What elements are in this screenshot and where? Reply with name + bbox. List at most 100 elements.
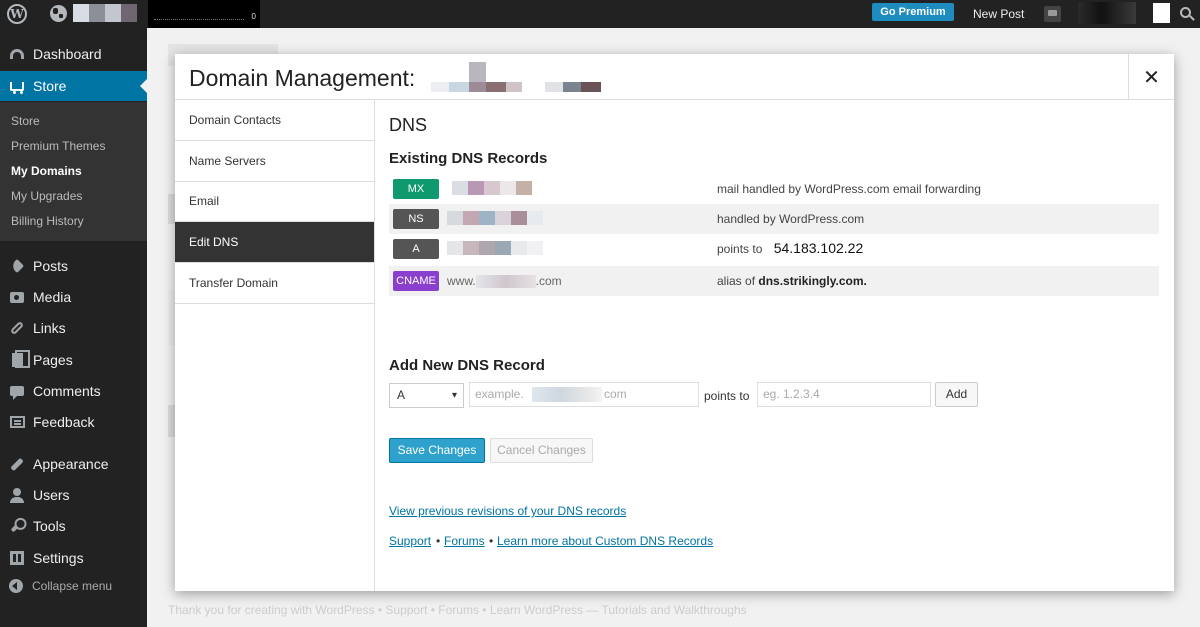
sidebar-item-appearance[interactable]: Appearance [0,449,147,479]
record-name-redacted [447,241,543,255]
sidebar-item-users[interactable]: Users [0,480,147,510]
sidebar-item-media[interactable]: Media [0,282,147,312]
submenu-item-premium-themes[interactable]: Premium Themes [11,139,105,153]
submenu-item-store[interactable]: Store [11,114,40,128]
sidebar-item-label: Posts [33,258,69,274]
link-separator: • [436,534,441,548]
cancel-changes-button[interactable]: Cancel Changes [490,438,593,463]
record-type-badge: MX [393,179,439,199]
sidebar-item-tools[interactable]: Tools [0,511,147,541]
cart-icon [9,78,25,94]
background-footer: Thank you for creating with WordPress • … [168,603,747,617]
go-premium-button[interactable]: Go Premium [872,3,954,21]
user-icon [9,487,25,503]
dns-heading: DNS [389,115,428,135]
wordpress-logo-icon[interactable]: W [7,4,27,24]
new-post-link[interactable]: New Post [973,7,1024,21]
comment-icon [9,383,25,400]
sidebar-item-label: Links [33,320,66,336]
sidebar-item-store[interactable]: Store [0,71,147,101]
record-name-redacted [447,211,543,225]
save-changes-button[interactable]: Save Changes [389,438,485,463]
domain-management-modal: Domain Management: ✕ Domain Contacts Nam… [175,54,1174,591]
sidebar-item-label: Settings [33,550,84,566]
custom-dns-docs-link[interactable]: Learn more about Custom DNS Records [497,534,713,548]
close-icon[interactable]: ✕ [1128,54,1174,100]
link-icon [9,320,25,336]
dns-panel: DNS Existing DNS Records MX mail handled… [389,100,1160,591]
submenu-item-my-domains[interactable]: My Domains [11,164,82,178]
submenu-item-billing-history[interactable]: Billing History [11,214,84,228]
placeholder-redacted [532,387,602,402]
sidebar-item-label: Feedback [33,414,95,430]
nav-item-edit-dns[interactable]: Edit DNS [175,222,374,263]
record-target: dns.strikingly.com. [758,274,867,288]
record-value-input[interactable]: eg. 1.2.3.4 [757,382,931,407]
pin-icon [9,258,25,274]
points-to-label: points to [704,389,750,403]
sidebar-item-label: Dashboard [33,46,102,62]
avatar[interactable] [1153,3,1170,23]
sidebar-item-pages[interactable]: Pages [0,345,147,375]
search-icon[interactable] [1180,7,1191,18]
sidebar-item-label: Tools [33,518,66,534]
sidebar-item-label: Users [33,487,70,503]
record-value: handled by WordPress.com [717,212,865,226]
view-revisions-link[interactable]: View previous revisions of your DNS reco… [389,504,626,518]
record-name-redacted [452,181,532,195]
collapse-arrow-icon [9,579,23,593]
dashboard-icon [9,46,25,62]
media-icon [9,289,25,305]
sidebar-item-settings[interactable]: Settings [0,543,147,573]
stats-sparkline[interactable]: 0 [148,0,260,28]
dns-record-row: NS handled by WordPress.com [389,204,1159,234]
pages-icon [9,350,30,368]
sidebar-item-comments[interactable]: Comments [0,376,147,406]
forums-link[interactable]: Forums [444,534,485,548]
record-ip-address: 54.183.102.22 [773,240,864,256]
record-name: www. .com [447,274,562,289]
admin-sidebar: Dashboard Store Store Premium Themes My … [0,28,147,627]
site-name-redacted[interactable] [73,4,137,22]
collapse-menu-button[interactable]: Collapse menu [0,579,112,593]
name-placeholder-suffix: com [604,387,627,401]
sidebar-item-label: Store [33,78,67,94]
sidebar-item-posts[interactable]: Posts [0,251,147,281]
admin-bar: W 0 Go Premium New Post [0,0,1200,28]
add-record-heading: Add New DNS Record [389,357,545,374]
feedback-icon [9,414,25,430]
existing-records-heading: Existing DNS Records [389,150,548,167]
collapse-menu-label: Collapse menu [32,579,113,593]
record-value-prefix: points to [717,242,763,256]
record-value: mail handled by WordPress.com email forw… [717,182,981,196]
sidebar-item-links[interactable]: Links [0,313,147,343]
record-name-redacted [475,275,536,289]
sidebar-item-dashboard[interactable]: Dashboard [0,39,147,69]
sidebar-item-feedback[interactable]: Feedback [0,407,147,437]
wrench-icon [9,518,25,534]
record-type-badge: CNAME [393,271,439,291]
nav-item-email[interactable]: Email [175,181,374,222]
notifications-icon[interactable] [1044,6,1061,22]
nav-item-transfer-domain[interactable]: Transfer Domain [175,263,374,304]
add-record-button[interactable]: Add [935,382,978,407]
sidebar-item-label: Pages [33,352,73,368]
modal-title: Domain Management: [189,65,416,91]
nav-item-domain-contacts[interactable]: Domain Contacts [175,100,374,141]
user-name-redacted[interactable] [1078,2,1136,24]
record-name-input[interactable]: example. com [469,382,699,407]
stats-count: 0 [251,12,256,21]
dns-record-row: MX mail handled by WordPress.com email f… [389,174,1159,204]
name-placeholder-prefix: example. [475,387,524,401]
globe-icon[interactable] [50,5,67,22]
link-separator: • [489,534,494,548]
submenu-item-my-upgrades[interactable]: My Upgrades [11,189,82,203]
sidebar-item-label: Appearance [33,456,109,472]
store-submenu: Store Premium Themes My Domains My Upgra… [0,102,147,241]
record-value-prefix: alias of [717,274,756,288]
nav-item-name-servers[interactable]: Name Servers [175,141,374,182]
record-type-select[interactable]: A [389,383,464,408]
support-link[interactable]: Support [389,534,431,548]
modal-header: Domain Management: ✕ [175,54,1174,100]
domain-name-redacted [431,62,607,92]
